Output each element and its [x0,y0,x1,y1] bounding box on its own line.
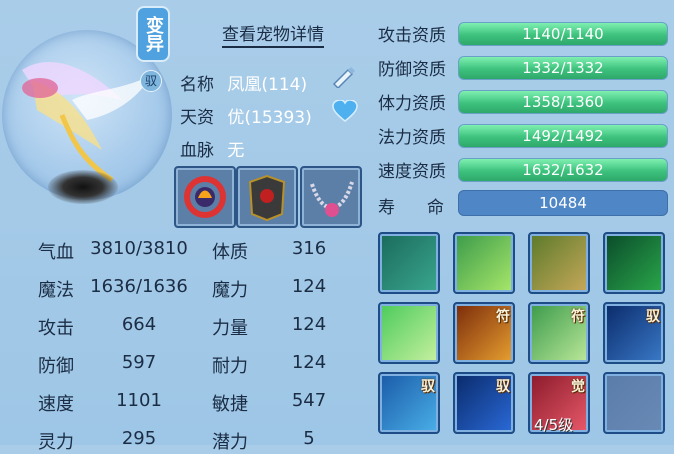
life-label-a: 寿 [378,198,395,218]
skill-tag: 符 [496,309,510,325]
aptitude-bar: 1632/1632 [458,158,668,182]
attribute-value: 316 [291,238,327,259]
pet-talent-row: 天资 优(15393) [180,103,312,128]
skill-level-text: 4/5级 [534,416,574,434]
name-value: 凤凰(114) [227,75,308,95]
aptitude-label: 法力资质 [378,128,446,148]
skill-6-icon[interactable]: 符 [453,302,515,364]
life-value: 10484 [458,190,668,216]
aptitude-bar: 1140/1140 [458,22,668,46]
attribute-value: 124 [291,314,327,335]
aptitude-bar: 1358/1360 [458,90,668,114]
variant-badge: 变异 [136,6,170,62]
talent-label: 天资 [180,108,214,128]
pet-name-row: 名称 凤凰(114) [180,70,307,95]
stat-value: 1636/1636 [90,276,188,297]
equip-slot-collar[interactable] [174,166,236,228]
skill-tag: 驭 [496,379,510,395]
stat-value: 3810/3810 [90,238,188,259]
bloodline-label: 血脉 [180,141,214,161]
skill-12-icon[interactable] [603,372,665,434]
aptitude-bar: 1332/1332 [458,56,668,80]
name-label: 名称 [180,75,214,95]
armor-icon [248,174,286,222]
aptitude-label: 体力资质 [378,94,446,114]
aptitude-label: 速度资质 [378,162,446,182]
attribute-value: 124 [291,276,327,297]
skill-tag: 驭 [421,379,435,395]
skill-9-icon[interactable]: 驭 [378,372,440,434]
attribute-value: 124 [291,352,327,373]
aptitude-value: 1332/1332 [522,59,604,77]
skill-3-icon[interactable] [528,232,590,294]
aptitude-label: 防御资质 [378,60,446,80]
aptitude-value: 1632/1632 [522,161,604,179]
skill-8-icon[interactable]: 驭 [603,302,665,364]
skill-tag: 驭 [646,309,660,325]
yu-badge: 驭 [140,70,162,92]
bloodline-value: 无 [227,141,245,161]
stat-value: 295 [121,428,157,449]
skill-7-icon[interactable]: 符 [528,302,590,364]
portrait-shadow [48,170,118,204]
aptitude-label: 攻击资质 [378,26,446,46]
skill-2-icon[interactable] [453,232,515,294]
attribute-value: 5 [303,428,315,449]
stat-value: 664 [121,314,157,335]
skill-tag: 觉 [571,379,585,395]
skill-10-icon[interactable]: 驭 [453,372,515,434]
aptitude-bar: 1492/1492 [458,124,668,148]
skill-1-icon[interactable] [378,232,440,294]
equip-slot-necklace[interactable] [300,166,362,228]
talent-value: 优(15393) [227,108,312,128]
aptitude-value: 1492/1492 [522,127,604,145]
skill-tag: 符 [571,309,585,325]
skill-4-icon[interactable] [603,232,665,294]
heart-icon[interactable] [332,99,358,126]
collar-icon [184,176,226,218]
aptitude-value: 1358/1360 [522,93,604,111]
equip-slot-armor[interactable] [236,166,298,228]
view-pet-details-link[interactable]: 查看宠物详情 [222,20,324,48]
life-label: 寿命 [378,193,444,218]
stat-value: 1101 [116,390,162,411]
edit-name-icon[interactable] [330,64,358,92]
aptitude-value: 1140/1140 [522,25,604,43]
stat-value: 597 [121,352,157,373]
necklace-icon [310,181,354,217]
skill-5-icon[interactable] [378,302,440,364]
pet-bloodline-row: 血脉 无 [180,136,244,161]
life-label-b: 命 [427,198,444,218]
attribute-value: 547 [291,390,327,411]
